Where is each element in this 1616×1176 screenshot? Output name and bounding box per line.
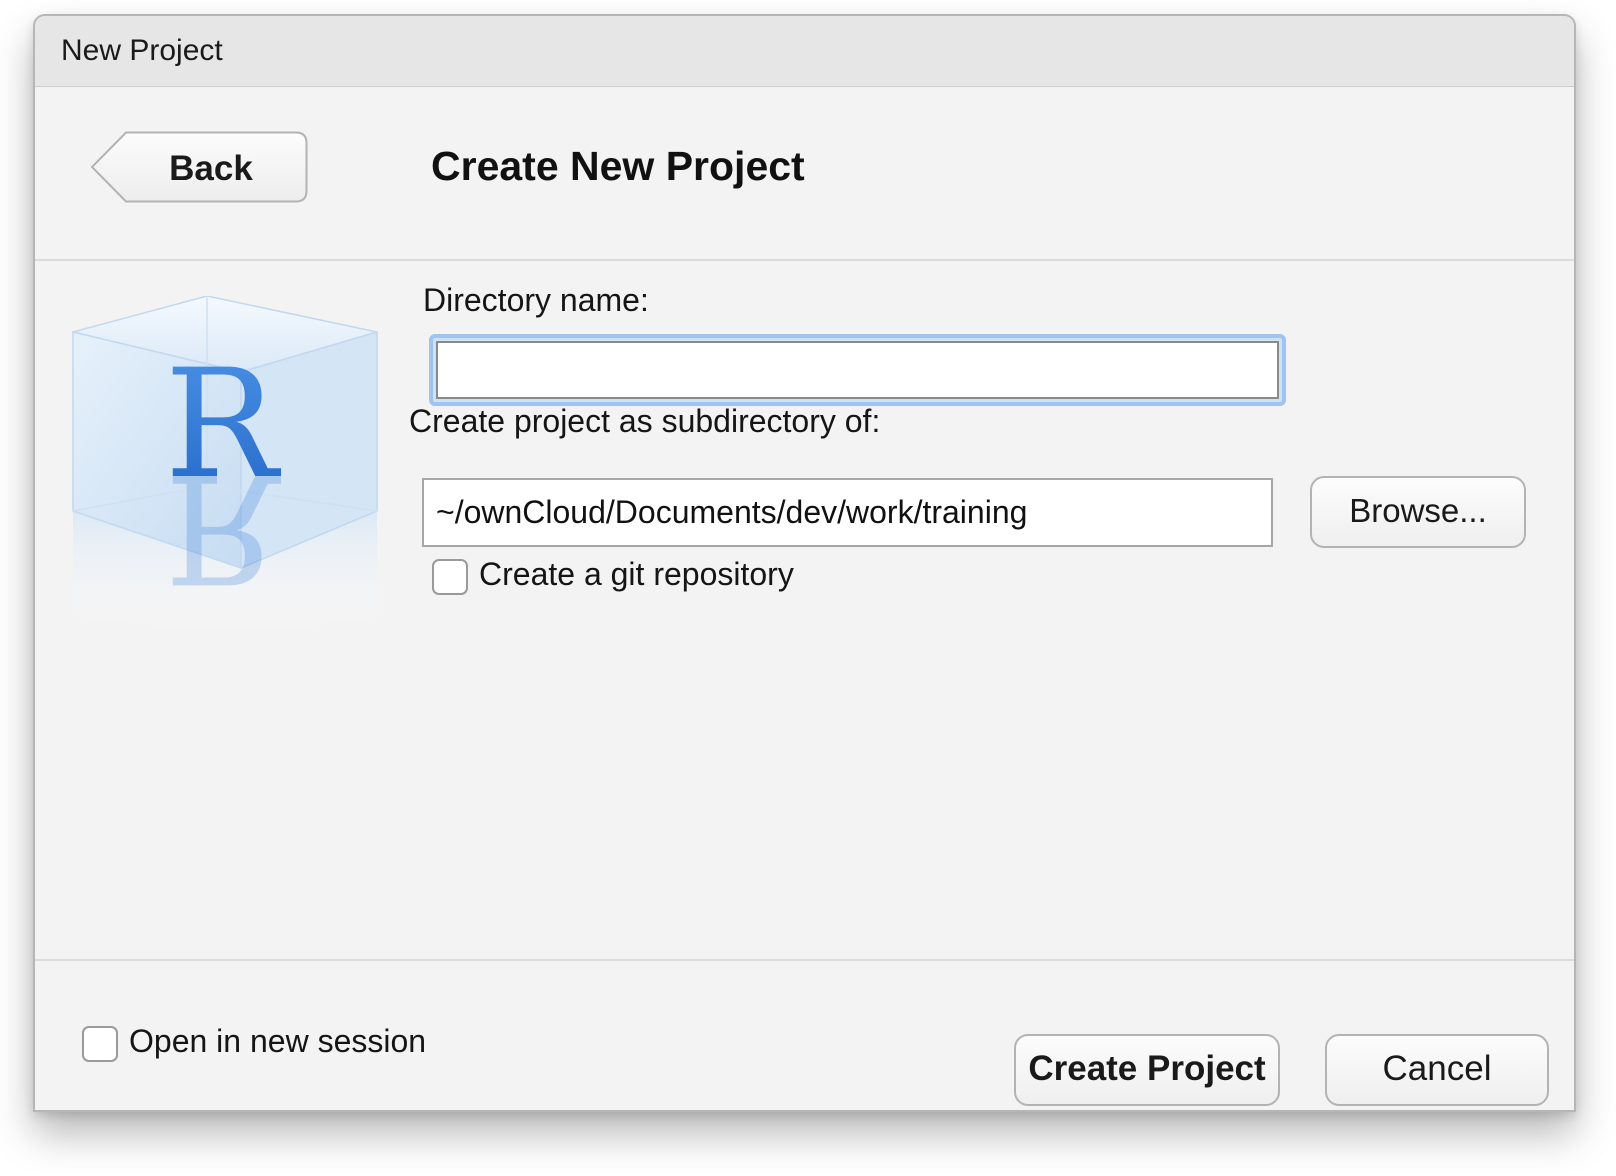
subdirectory-path-input[interactable]	[422, 478, 1273, 547]
r-logo-cube-icon: R R	[71, 295, 391, 636]
page-title: Create New Project	[431, 143, 805, 189]
directory-name-input[interactable]	[436, 341, 1279, 399]
back-button[interactable]: Back	[90, 131, 308, 203]
new-session-label: Open in new session	[129, 1023, 427, 1059]
directory-name-focus-ring	[429, 334, 1286, 406]
cancel-button[interactable]: Cancel	[1325, 1034, 1549, 1106]
git-repo-label: Create a git repository	[479, 556, 794, 592]
directory-name-label: Directory name:	[423, 282, 649, 318]
subdirectory-label: Create project as subdirectory of:	[409, 403, 881, 439]
new-session-checkbox[interactable]	[82, 1026, 118, 1062]
back-button-label: Back	[169, 149, 253, 188]
window-title: New Project	[61, 34, 223, 67]
r-letter-reflection: R	[165, 440, 282, 614]
browse-button[interactable]: Browse...	[1310, 476, 1526, 548]
create-project-button[interactable]: Create Project	[1014, 1034, 1280, 1106]
footer-divider	[35, 959, 1574, 961]
dialog-header: Back Create New Project	[35, 87, 1574, 261]
new-project-dialog: New Project Back Create New Project R R …	[33, 14, 1576, 1112]
git-repo-checkbox[interactable]	[432, 559, 468, 595]
title-bar: New Project	[35, 16, 1574, 87]
